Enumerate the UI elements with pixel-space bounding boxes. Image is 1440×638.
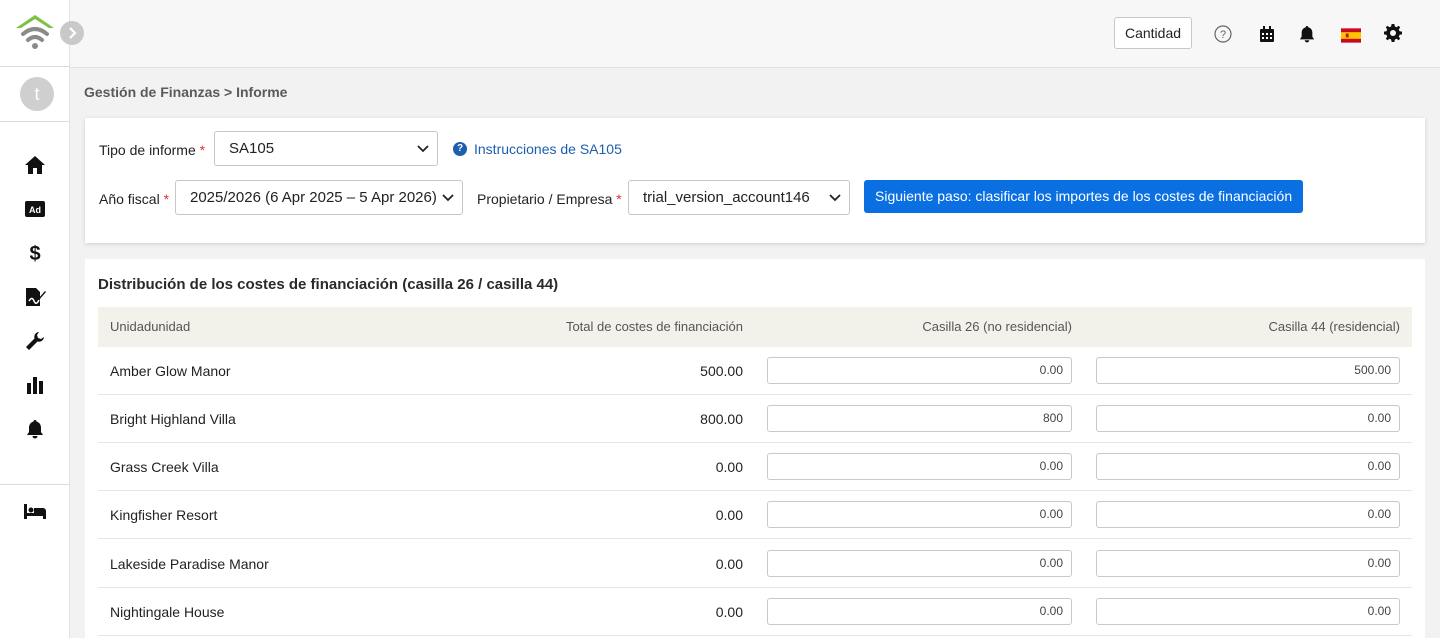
unit-name: Nightingale House xyxy=(110,604,225,620)
casilla26-input[interactable]: 0.00 xyxy=(767,550,1072,577)
bell-icon[interactable] xyxy=(22,418,48,440)
casilla26-input[interactable]: 800 xyxy=(767,405,1072,432)
svg-text:$: $ xyxy=(29,243,40,264)
chevron-down-icon xyxy=(417,132,429,165)
anio-fiscal-value: 2025/2026 (6 Apr 2025 – 5 Apr 2026) xyxy=(190,189,437,206)
tipo-informe-label: Tipo de informe * xyxy=(99,142,205,158)
bed-icon[interactable] xyxy=(22,500,48,522)
calendar-icon[interactable] xyxy=(1257,24,1277,44)
svg-text:Ad: Ad xyxy=(29,205,41,215)
table-row: Lakeside Paradise Manor 0.00 0.00 0.00 xyxy=(98,540,1412,588)
tipo-informe-select[interactable]: SA105 xyxy=(214,131,438,166)
header-total: Total de costes de financiación xyxy=(565,319,743,334)
unit-name: Grass Creek Villa xyxy=(110,459,219,475)
total-value: 500.00 xyxy=(700,363,743,379)
bar-chart-icon[interactable] xyxy=(22,374,48,396)
topbar: Cantidad ? xyxy=(70,0,1440,68)
table-row: Nightingale House 0.00 0.00 0.00 xyxy=(98,588,1412,636)
required-marker: * xyxy=(199,142,206,158)
dollar-icon[interactable]: $ xyxy=(22,242,48,264)
logo-icon[interactable] xyxy=(14,12,56,52)
chevron-down-icon xyxy=(442,181,454,214)
collapse-sidebar-button[interactable] xyxy=(60,21,84,45)
required-marker: * xyxy=(163,191,170,207)
info-icon: ? xyxy=(453,142,467,156)
ad-icon[interactable]: Ad xyxy=(22,198,48,220)
instrucciones-text: Instrucciones de SA105 xyxy=(474,141,622,157)
bell-icon[interactable] xyxy=(1297,24,1317,44)
required-marker: * xyxy=(616,191,622,207)
next-step-button[interactable]: Siguiente paso: clasificar los importes … xyxy=(864,180,1304,213)
casilla44-input[interactable]: 0.00 xyxy=(1096,550,1400,577)
anio-fiscal-select[interactable]: 2025/2026 (6 Apr 2025 – 5 Apr 2026) xyxy=(175,180,463,215)
breadcrumb: Gestión de Finanzas > Informe xyxy=(84,84,288,100)
casilla26-input[interactable]: 0.00 xyxy=(767,453,1072,480)
casilla26-input[interactable]: 0.00 xyxy=(767,598,1072,625)
total-value: 0.00 xyxy=(715,507,743,523)
signature-icon[interactable] xyxy=(22,286,48,308)
total-value: 0.00 xyxy=(715,459,743,475)
casilla44-input[interactable]: 0.00 xyxy=(1096,405,1400,432)
sidebar-divider xyxy=(0,484,70,485)
filter-card: Tipo de informe * SA105 ? Instrucciones … xyxy=(85,118,1425,243)
header-unidad: Unidadunidad xyxy=(110,319,191,334)
casilla44-input[interactable]: 0.00 xyxy=(1096,453,1400,480)
header-casilla44: Casilla 44 (residencial) xyxy=(1268,319,1401,334)
avatar[interactable]: t xyxy=(20,77,54,111)
table-row: Bright Highland Villa 800.00 800 0.00 xyxy=(98,395,1412,443)
help-icon[interactable]: ? xyxy=(1213,24,1233,44)
home-icon[interactable] xyxy=(22,154,48,176)
svg-text:?: ? xyxy=(1220,29,1226,41)
unit-name: Amber Glow Manor xyxy=(110,363,231,379)
total-value: 0.00 xyxy=(715,604,743,620)
unit-name: Bright Highland Villa xyxy=(110,411,236,427)
casilla44-input[interactable]: 0.00 xyxy=(1096,598,1400,625)
cantidad-button[interactable]: Cantidad xyxy=(1114,17,1192,49)
table-row: Kingfisher Resort 0.00 0.00 0.00 xyxy=(98,491,1412,539)
propietario-label: Propietario / Empresa * xyxy=(477,191,622,207)
casilla26-input[interactable]: 0.00 xyxy=(767,357,1072,384)
chevron-down-icon xyxy=(829,181,841,214)
gear-icon[interactable] xyxy=(1383,23,1403,43)
total-value: 800.00 xyxy=(700,411,743,427)
propietario-label-text: Propietario / Empresa xyxy=(477,191,613,207)
table-header: Unidadunidad Total de costes de financia… xyxy=(98,307,1412,347)
sidebar-divider xyxy=(0,121,70,122)
table-card: Distribución de los costes de financiaci… xyxy=(85,259,1425,638)
table-row: Grass Creek Villa 0.00 0.00 0.00 xyxy=(98,443,1412,491)
instrucciones-link[interactable]: ? Instrucciones de SA105 xyxy=(453,141,622,157)
casilla26-input[interactable]: 0.00 xyxy=(767,501,1072,528)
tipo-informe-label-text: Tipo de informe xyxy=(99,142,196,158)
table-title: Distribución de los costes de financiaci… xyxy=(98,276,559,293)
sidebar-divider xyxy=(0,66,70,67)
anio-fiscal-label-text: Año fiscal xyxy=(99,191,160,207)
casilla44-input[interactable]: 0.00 xyxy=(1096,501,1400,528)
tipo-informe-value: SA105 xyxy=(229,140,275,157)
propietario-select[interactable]: trial_version_account146 xyxy=(628,180,850,215)
table-row: Amber Glow Manor 500.00 0.00 500.00 xyxy=(98,347,1412,395)
sidebar: t Ad $ xyxy=(0,0,70,638)
anio-fiscal-label: Año fiscal * xyxy=(99,191,169,207)
unit-name: Kingfisher Resort xyxy=(110,507,218,523)
total-value: 0.00 xyxy=(715,556,743,572)
wrench-icon[interactable] xyxy=(22,330,48,352)
header-casilla26: Casilla 26 (no residencial) xyxy=(922,319,1072,334)
casilla44-input[interactable]: 500.00 xyxy=(1096,357,1400,384)
propietario-value: trial_version_account146 xyxy=(643,189,810,206)
unit-name: Lakeside Paradise Manor xyxy=(110,556,269,572)
spain-flag-icon[interactable] xyxy=(1341,25,1361,45)
